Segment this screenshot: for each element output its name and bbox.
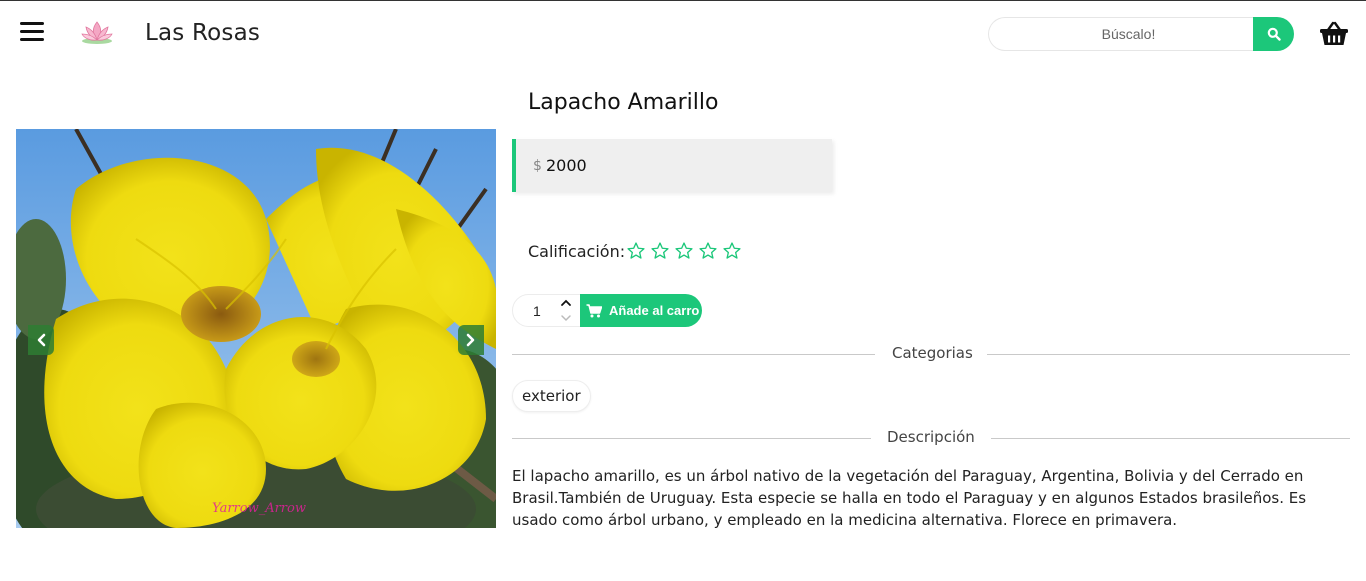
quantity-value[interactable]: 1: [533, 303, 541, 319]
quantity-stepper[interactable]: 1: [512, 294, 584, 327]
product-photo: [16, 129, 496, 528]
brand-name[interactable]: Las Rosas: [145, 20, 260, 46]
header: Las Rosas: [0, 1, 1366, 69]
description-heading: Descripción: [887, 428, 975, 446]
price-currency: $: [533, 158, 542, 174]
add-to-cart-button[interactable]: Añade al carro: [580, 294, 702, 327]
star-icon[interactable]: [722, 241, 742, 261]
carousel-prev-button[interactable]: [28, 325, 54, 355]
search-icon: [1267, 27, 1281, 41]
search-input[interactable]: [988, 17, 1258, 51]
star-icon[interactable]: [650, 241, 670, 261]
description-divider: Descripción: [512, 428, 1350, 448]
product-image-carousel[interactable]: Yarrow_Arrow: [16, 129, 496, 528]
price-value: 2000: [546, 156, 587, 175]
search-bar: [988, 17, 1294, 51]
product-title: Lapacho Amarillo: [528, 90, 719, 115]
image-watermark: Yarrow_Arrow: [212, 501, 306, 516]
lotus-logo-icon[interactable]: [80, 19, 114, 47]
star-icon[interactable]: [674, 241, 694, 261]
search-button[interactable]: [1253, 17, 1294, 51]
rating-stars: [626, 241, 742, 261]
chevron-left-icon: [37, 333, 46, 347]
add-to-cart-label: Añade al carro: [609, 303, 700, 318]
star-icon[interactable]: [698, 241, 718, 261]
chevron-down-icon[interactable]: [559, 312, 573, 324]
chevron-up-icon[interactable]: [559, 297, 573, 309]
price-box: $ 2000: [512, 139, 832, 192]
star-icon[interactable]: [626, 241, 646, 261]
product-description: El lapacho amarillo, es un árbol nativo …: [512, 467, 1307, 529]
category-chip[interactable]: exterior: [512, 380, 591, 412]
categories-heading: Categorias: [892, 344, 973, 362]
chevron-right-icon: [466, 333, 475, 347]
categories-divider: Categorias: [512, 344, 1350, 364]
carousel-next-button[interactable]: [458, 325, 484, 355]
cart-icon: [586, 303, 602, 317]
rating-label: Calificación:: [528, 242, 626, 261]
menu-icon[interactable]: [20, 22, 44, 44]
basket-icon[interactable]: [1319, 20, 1349, 48]
